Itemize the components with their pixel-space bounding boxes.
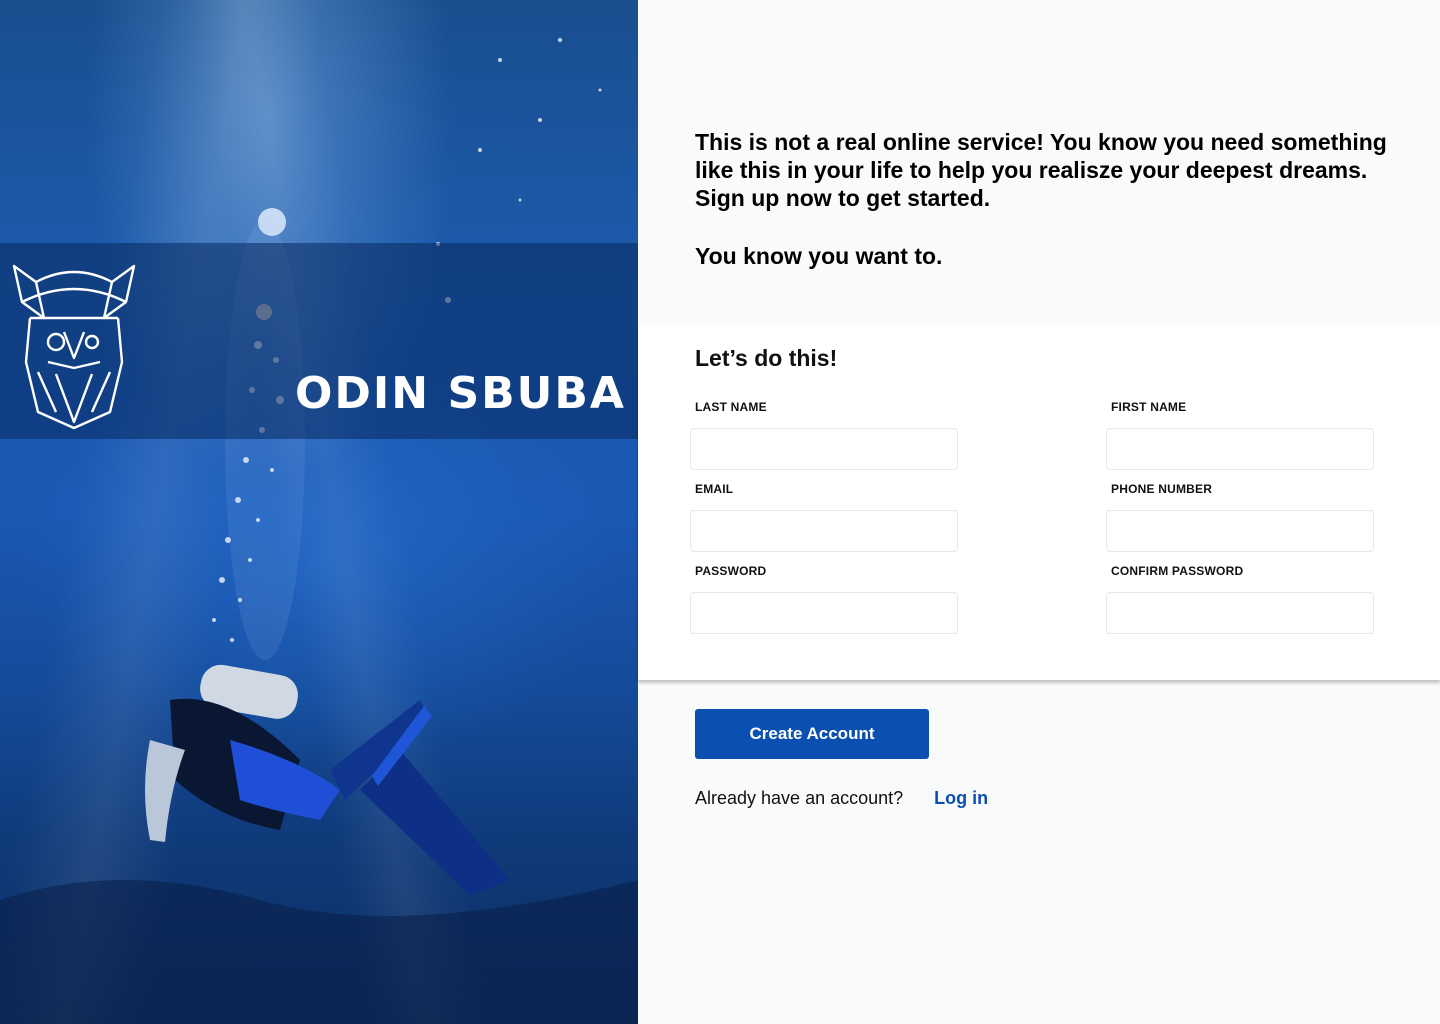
email-label: EMAIL bbox=[695, 482, 734, 496]
password-label: PASSWORD bbox=[695, 564, 767, 578]
first-name-field: FIRST NAME bbox=[1106, 400, 1374, 470]
create-account-button[interactable]: Create Account bbox=[695, 709, 929, 759]
signup-form: Let’s do this! LAST NAME FIRST NAME EMAI… bbox=[638, 325, 1440, 680]
password-field: PASSWORD bbox=[690, 564, 958, 634]
login-prompt-row: Already have an account? Log in bbox=[695, 788, 988, 809]
brand-name: ODIN SBUBA bbox=[295, 368, 626, 419]
diver-scene-illustration bbox=[0, 38, 638, 1024]
confirm-password-input[interactable] bbox=[1106, 592, 1374, 634]
hero-image: ODIN SBUBA bbox=[0, 0, 638, 1024]
password-input[interactable] bbox=[690, 592, 958, 634]
last-name-field: LAST NAME bbox=[690, 400, 958, 470]
confirm-password-field: CONFIRM PASSWORD bbox=[1106, 564, 1374, 634]
last-name-label: LAST NAME bbox=[695, 400, 767, 414]
viking-helmet-icon bbox=[12, 264, 136, 430]
last-name-input[interactable] bbox=[690, 428, 958, 470]
phone-number-label: PHONE NUMBER bbox=[1111, 482, 1213, 496]
intro-paragraph: This is not a real online service! You k… bbox=[695, 129, 1387, 211]
first-name-label: FIRST NAME bbox=[1111, 400, 1187, 414]
phone-number-field: PHONE NUMBER bbox=[1106, 482, 1374, 552]
email-field: EMAIL bbox=[690, 482, 958, 552]
login-link[interactable]: Log in bbox=[934, 788, 988, 808]
phone-number-input[interactable] bbox=[1106, 510, 1374, 552]
email-input[interactable] bbox=[690, 510, 958, 552]
login-prompt-text: Already have an account? bbox=[695, 788, 904, 808]
first-name-input[interactable] bbox=[1106, 428, 1374, 470]
intro-tagline: You know you want to. bbox=[695, 243, 943, 269]
form-heading: Let’s do this! bbox=[695, 345, 838, 371]
confirm-password-label: CONFIRM PASSWORD bbox=[1111, 564, 1244, 578]
intro-text: This is not a real online service! You k… bbox=[695, 128, 1395, 270]
